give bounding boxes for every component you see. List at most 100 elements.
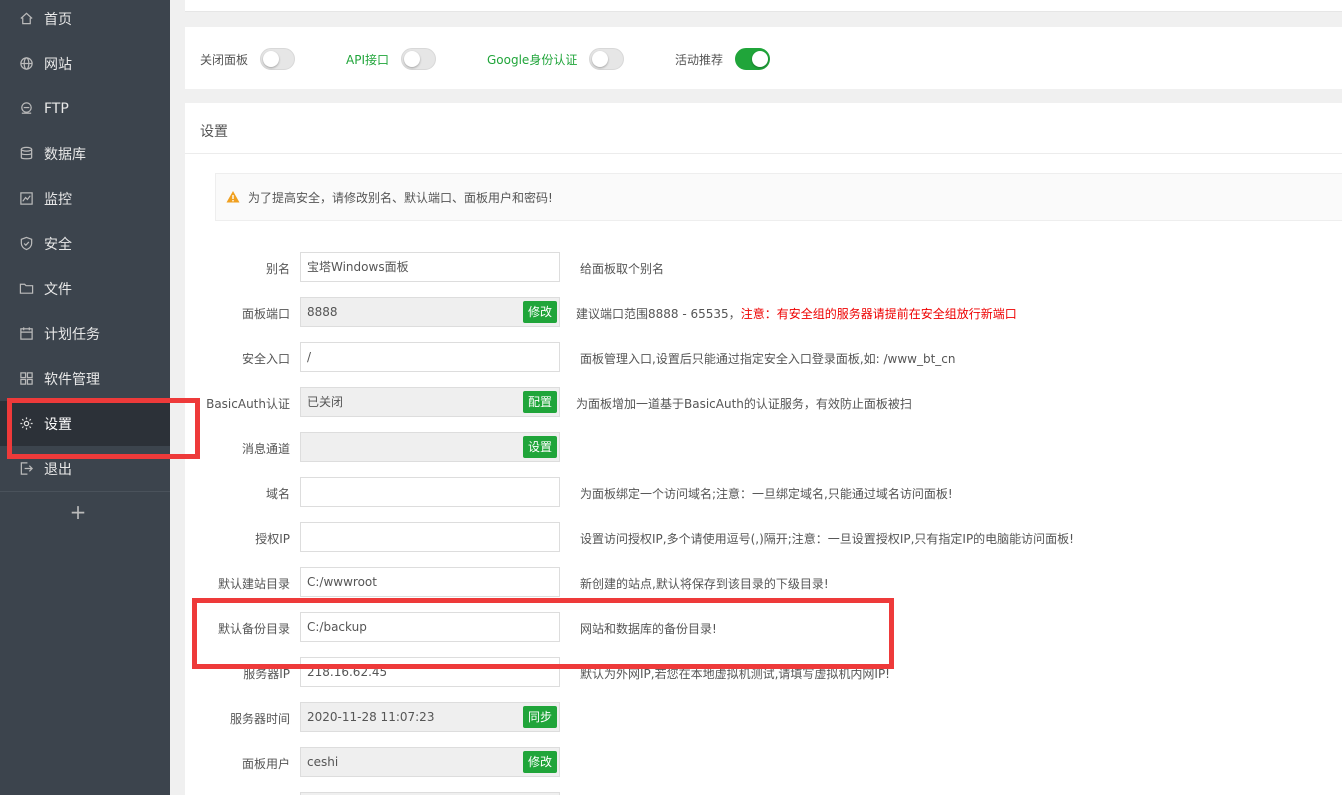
row-label: 域名 bbox=[265, 487, 290, 501]
sidebar-item-label: 数据库 bbox=[44, 146, 86, 163]
sidebar-item-label: 软件管理 bbox=[44, 371, 100, 388]
page-title: 设置 bbox=[200, 124, 228, 140]
setting-row-alias: 别名 给面板取个别名 bbox=[185, 252, 1342, 284]
panel-user-value: ceshi bbox=[307, 755, 339, 769]
settings-panel: 设置 为了提高安全，请修改别名、默认端口、面板用户和密码! 别名 给面板取个别名… bbox=[185, 103, 1342, 795]
activity-switch[interactable] bbox=[735, 48, 771, 70]
config-basicauth-button[interactable]: 配置 bbox=[522, 391, 557, 413]
row-hint: 设置访问授权IP,多个请使用逗号(,)隔开;注意：一旦设置授权IP,只有指定IP… bbox=[580, 532, 1074, 546]
site-dir-input-field[interactable] bbox=[307, 575, 507, 589]
row-label: BasicAuth认证 bbox=[206, 397, 290, 411]
warning-text: 为了提高安全，请修改别名、默认端口、面板用户和密码! bbox=[248, 190, 553, 205]
toggle-label: 活动推荐 bbox=[675, 52, 724, 67]
warning-banner: 为了提高安全，请修改别名、默认端口、面板用户和密码! bbox=[215, 173, 1342, 221]
close-panel-switch[interactable] bbox=[260, 48, 296, 70]
toggle-panel: 关闭面板 API接口 Google身份认证 活动推荐 bbox=[185, 27, 1342, 89]
domain-input[interactable] bbox=[300, 477, 560, 507]
toggle-label: 关闭面板 bbox=[200, 52, 249, 67]
setting-row-panel-user: 面板用户 ceshi 修改 bbox=[185, 747, 1342, 779]
setting-row-site-dir: 默认建站目录 新创建的站点,默认将保存到该目录的下级目录! bbox=[185, 567, 1342, 599]
row-label: 消息通道 bbox=[241, 442, 290, 456]
toggle-api: API接口 bbox=[346, 47, 436, 71]
sidebar-item-label: 退出 bbox=[44, 461, 72, 478]
entry-input-field[interactable] bbox=[307, 350, 507, 364]
server-time-value: 2020-11-28 11:07:23 bbox=[307, 710, 435, 724]
api-switch[interactable] bbox=[401, 48, 436, 70]
sidebar-item-label: 首页 bbox=[44, 11, 72, 28]
sidebar-item-ftp[interactable]: FTP bbox=[0, 86, 170, 131]
apps-icon bbox=[18, 371, 34, 387]
home-icon bbox=[18, 11, 34, 27]
highlight-box-backup-dir bbox=[192, 598, 894, 669]
panel-user-field: ceshi 修改 bbox=[300, 747, 560, 777]
basicauth-field: 已关闭 配置 bbox=[300, 387, 560, 417]
sidebar-item-files[interactable]: 文件 bbox=[0, 266, 170, 311]
database-icon bbox=[18, 146, 34, 162]
server-time-field: 2020-11-28 11:07:23 同步 bbox=[300, 702, 560, 732]
row-label: 面板用户 bbox=[241, 757, 290, 771]
divider bbox=[185, 153, 1342, 154]
toggle-label[interactable]: Google身份认证 bbox=[487, 51, 577, 68]
port-hint-warning: 注意：有安全组的服务器请提前在安全组放行新端口 bbox=[740, 307, 1017, 321]
site-dir-input[interactable] bbox=[300, 567, 560, 597]
basicauth-value: 已关闭 bbox=[307, 395, 344, 409]
ftp-icon bbox=[18, 101, 34, 117]
sidebar-item-security[interactable]: 安全 bbox=[0, 221, 170, 266]
sidebar-item-label: 监控 bbox=[44, 191, 72, 208]
row-label: 别名 bbox=[265, 262, 290, 276]
sidebar-item-label: 网站 bbox=[44, 56, 72, 73]
alias-input-field[interactable] bbox=[307, 259, 507, 274]
folder-icon bbox=[18, 281, 34, 297]
sidebar-item-database[interactable]: 数据库 bbox=[0, 131, 170, 176]
toggle-label[interactable]: API接口 bbox=[346, 51, 389, 68]
sidebar-item-label: 安全 bbox=[44, 236, 72, 253]
row-hint: 新创建的站点,默认将保存到该目录的下级目录! bbox=[580, 577, 829, 591]
row-hint: 建议端口范围8888 - 65535，注意：有安全组的服务器请提前在安全组放行新… bbox=[576, 305, 1017, 322]
sidebar-item-label: 文件 bbox=[44, 281, 72, 298]
row-hint: 为面板增加一道基于BasicAuth的认证服务，有效防止面板被扫 bbox=[576, 397, 912, 411]
sidebar-item-monitor[interactable]: 监控 bbox=[0, 176, 170, 221]
port-value: 8888 bbox=[307, 305, 338, 319]
toggle-activity: 活动推荐 bbox=[675, 47, 771, 71]
monitor-icon bbox=[18, 191, 34, 207]
domain-input-field[interactable] bbox=[307, 485, 507, 499]
entry-input[interactable] bbox=[300, 342, 560, 372]
sidebar-divider bbox=[0, 491, 170, 492]
row-label: 默认建站目录 bbox=[217, 577, 290, 591]
globe-icon bbox=[18, 56, 34, 72]
warning-icon bbox=[226, 191, 240, 203]
port-field: 8888 修改 bbox=[300, 297, 560, 327]
edit-port-button[interactable]: 修改 bbox=[522, 301, 557, 323]
message-field: 设置 bbox=[300, 432, 560, 462]
row-label: 授权IP bbox=[255, 532, 290, 546]
setting-row-message: 消息通道 设置 bbox=[185, 432, 1342, 464]
auth-ip-input-field[interactable] bbox=[307, 530, 507, 544]
add-menu-button[interactable]: + bbox=[66, 500, 90, 524]
sidebar-item-label: FTP bbox=[44, 100, 69, 117]
top-panel-strip bbox=[185, 0, 1342, 12]
toggle-google-auth: Google身份认证 bbox=[487, 47, 625, 71]
sidebar-item-website[interactable]: 网站 bbox=[0, 41, 170, 86]
message-settings-button[interactable]: 设置 bbox=[522, 436, 557, 458]
port-hint-text: 建议端口范围8888 - 65535， bbox=[576, 307, 741, 321]
setting-row-domain: 域名 为面板绑定一个访问域名;注意：一旦绑定域名,只能通过域名访问面板! bbox=[185, 477, 1342, 509]
sync-time-button[interactable]: 同步 bbox=[522, 706, 557, 728]
shield-icon bbox=[18, 236, 34, 252]
sidebar-item-home[interactable]: 首页 bbox=[0, 0, 170, 41]
setting-row-port: 面板端口 8888 修改 建议端口范围8888 - 65535，注意：有安全组的… bbox=[185, 297, 1342, 329]
toggle-close-panel: 关闭面板 bbox=[200, 47, 296, 71]
row-label: 面板端口 bbox=[241, 307, 290, 321]
sidebar-item-cron[interactable]: 计划任务 bbox=[0, 311, 170, 356]
auth-ip-input[interactable] bbox=[300, 522, 560, 552]
sidebar-item-software[interactable]: 软件管理 bbox=[0, 356, 170, 401]
row-hint: 给面板取个别名 bbox=[580, 262, 665, 276]
alias-input[interactable] bbox=[300, 252, 560, 282]
row-hint: 面板管理入口,设置后只能通过指定安全入口登录面板,如: /www_bt_cn bbox=[580, 352, 956, 366]
calendar-icon bbox=[18, 326, 34, 342]
setting-row-entry: 安全入口 面板管理入口,设置后只能通过指定安全入口登录面板,如: /www_bt… bbox=[185, 342, 1342, 374]
google-auth-switch[interactable] bbox=[589, 48, 625, 70]
edit-user-button[interactable]: 修改 bbox=[522, 751, 557, 773]
setting-row-auth-ip: 授权IP 设置访问授权IP,多个请使用逗号(,)隔开;注意：一旦设置授权IP,只… bbox=[185, 522, 1342, 554]
row-label: 服务器时间 bbox=[229, 712, 290, 726]
highlight-box-settings bbox=[7, 398, 200, 459]
